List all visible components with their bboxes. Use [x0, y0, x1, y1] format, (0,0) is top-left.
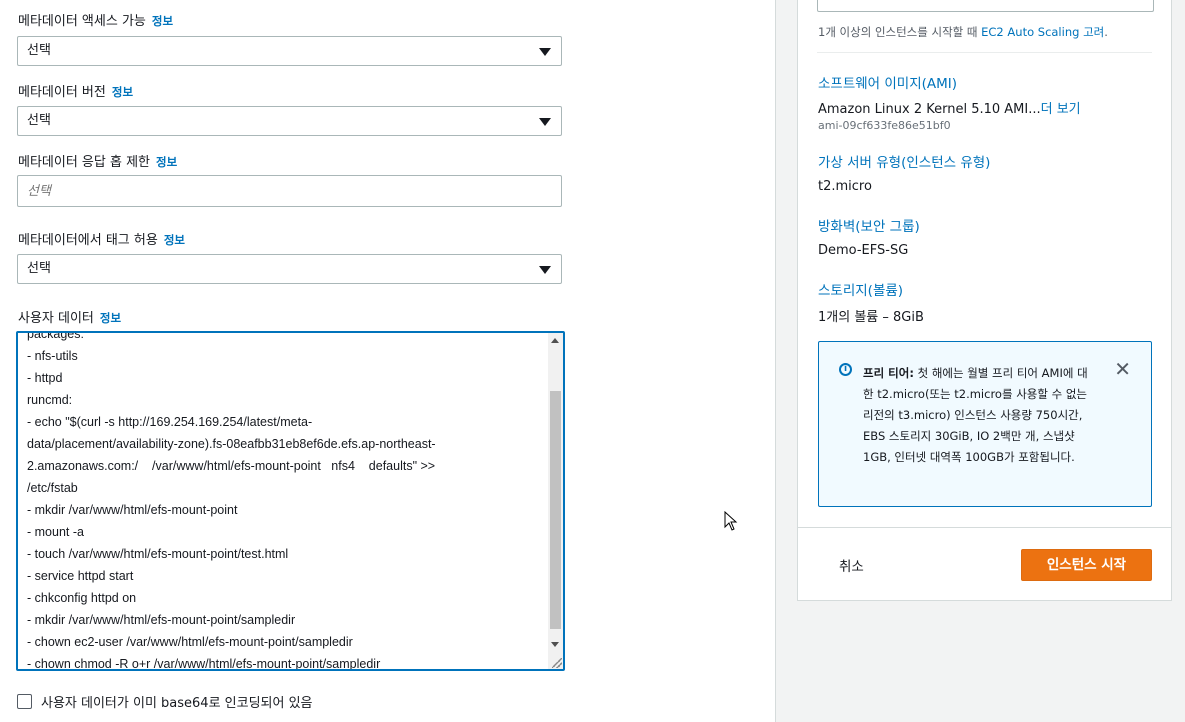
launch-instance-button[interactable]: 인스턴스 시작	[1021, 549, 1152, 581]
user-data-line: 2.amazonaws.com:/ /var/www/html/efs-moun…	[27, 459, 436, 473]
metadata-hop-limit-input[interactable]	[17, 175, 562, 207]
metadata-access-label-text: 메타데이터 액세스 가능	[18, 14, 146, 29]
metadata-version-select[interactable]: 선택	[17, 106, 562, 136]
close-icon[interactable]: ✕	[1114, 359, 1131, 379]
metadata-version-info-link[interactable]: 정보	[112, 85, 133, 99]
metadata-version-value: 선택	[27, 113, 51, 128]
user-data-line: - chkconfig httpd on	[27, 591, 137, 605]
scroll-down-arrow-icon[interactable]	[551, 642, 559, 647]
metadata-access-info-link[interactable]: 정보	[152, 14, 173, 28]
free-tier-alert: i 프리 티어: 첫 해에는 월별 프리 티어 AMI에 대한 t2.micro…	[818, 341, 1152, 507]
security-group-value: Demo-EFS-SG	[818, 243, 909, 258]
resize-grip-icon[interactable]	[552, 658, 562, 668]
user-data-line: - service httpd start	[27, 569, 134, 583]
metadata-tags-label: 메타데이터에서 태그 허용 정보	[18, 229, 185, 248]
user-data-line: - chown chmod -R o+r /var/www/html/efs-m…	[27, 657, 381, 671]
storage-value: 1개의 볼륨 – 8GiB	[818, 310, 924, 325]
ami-title-link[interactable]: 소프트웨어 이미지(AMI)	[818, 72, 957, 92]
scroll-thumb[interactable]	[550, 391, 561, 629]
metadata-tags-value: 선택	[27, 261, 51, 276]
auto-scaling-link[interactable]: EC2 Auto Scaling 고려	[981, 25, 1104, 39]
user-data-label-text: 사용자 데이터	[18, 311, 94, 326]
base64-checkbox[interactable]	[17, 694, 32, 709]
info-icon: i	[839, 363, 852, 376]
user-data-content[interactable]: packages: - nfs-utils - httpd runcmd: - echo…	[27, 331, 547, 671]
divider	[775, 0, 776, 722]
instance-type-value: t2.micro	[818, 179, 872, 194]
mouse-cursor-icon	[724, 511, 738, 531]
metadata-hop-limit-label: 메타데이터 응답 홉 제한 정보	[18, 151, 177, 170]
user-data-line: - mkdir /var/www/html/efs-mount-point	[27, 503, 238, 517]
user-data-label: 사용자 데이터 정보	[18, 307, 121, 326]
cancel-button[interactable]: 취소	[839, 555, 864, 575]
ami-more-link[interactable]: 더 보기	[1041, 102, 1081, 117]
hint-suffix: .	[1104, 25, 1108, 39]
divider	[798, 527, 1171, 528]
user-data-line: /etc/fstab	[27, 481, 78, 495]
user-data-line: runcmd:	[27, 393, 73, 407]
metadata-version-label-text: 메타데이터 버전	[18, 85, 106, 100]
caret-down-icon	[539, 48, 551, 56]
metadata-version-label: 메타데이터 버전 정보	[18, 81, 133, 100]
user-data-line: - mkdir /var/www/html/efs-mount-point/sa…	[27, 613, 296, 627]
user-data-line: - httpd	[27, 371, 63, 385]
caret-down-icon	[539, 118, 551, 126]
free-tier-bold: 프리 티어:	[863, 366, 914, 380]
metadata-access-value: 선택	[27, 43, 51, 58]
user-data-line: - nfs-utils	[27, 349, 78, 363]
metadata-access-label: 메타데이터 액세스 가능 정보	[18, 10, 173, 29]
scroll-up-arrow-icon[interactable]	[551, 338, 559, 343]
divider	[817, 52, 1152, 53]
user-data-textarea[interactable]: packages: - nfs-utils - httpd runcmd: - echo…	[16, 331, 565, 671]
auto-scaling-hint: 1개 이상의 인스턴스를 시작할 때 EC2 Auto Scaling 고려.	[818, 24, 1108, 40]
metadata-hop-limit-info-link[interactable]: 정보	[156, 155, 177, 169]
ami-name: Amazon Linux 2 Kernel 5.10 AMI...	[818, 102, 1041, 117]
user-data-info-link[interactable]: 정보	[100, 311, 121, 325]
free-tier-text: 프리 티어: 첫 해에는 월별 프리 티어 AMI에 대한 t2.micro(또…	[863, 363, 1097, 468]
hint-text: 1개 이상의 인스턴스를 시작할 때	[818, 25, 982, 39]
advanced-details-form: 메타데이터 액세스 가능 정보 선택 메타데이터 버전 정보 선택 메타데이터 응답…	[0, 0, 775, 722]
instance-count-input[interactable]	[817, 0, 1154, 12]
metadata-hop-limit-label-text: 메타데이터 응답 홉 제한	[18, 155, 150, 170]
user-data-line: - echo "$(curl -s http://169.254.169.254…	[27, 415, 313, 429]
user-data-line: - chown ec2-user /var/www/html/efs-mount…	[27, 635, 353, 649]
metadata-access-select[interactable]: 선택	[17, 36, 562, 66]
base64-checkbox-row[interactable]: 사용자 데이터가 이미 base64로 인코딩되어 있음	[17, 692, 313, 711]
ami-value: Amazon Linux 2 Kernel 5.10 AMI...더 보기	[818, 98, 1081, 117]
metadata-tags-label-text: 메타데이터에서 태그 허용	[18, 233, 158, 248]
user-data-line: data/placement/availability-zone).fs-08e…	[27, 437, 436, 451]
summary-panel: 1개 이상의 인스턴스를 시작할 때 EC2 Auto Scaling 고려. …	[797, 0, 1172, 601]
storage-title-link[interactable]: 스토리지(볼륨)	[818, 279, 903, 299]
caret-down-icon	[539, 266, 551, 274]
free-tier-body: 첫 해에는 월별 프리 티어 AMI에 대한 t2.micro(또는 t2.mi…	[863, 366, 1088, 464]
user-data-line: - mount -a	[27, 525, 84, 539]
user-data-line: packages:	[27, 331, 84, 341]
textarea-scrollbar[interactable]	[548, 333, 563, 669]
user-data-line: - touch /var/www/html/efs-mount-point/te…	[27, 547, 289, 561]
metadata-tags-info-link[interactable]: 정보	[164, 233, 185, 247]
base64-checkbox-label: 사용자 데이터가 이미 base64로 인코딩되어 있음	[41, 696, 313, 711]
security-group-title-link[interactable]: 방화벽(보안 그룹)	[818, 215, 920, 235]
metadata-tags-select[interactable]: 선택	[17, 254, 562, 284]
ami-id: ami-09cf633fe86e51bf0	[818, 119, 951, 132]
instance-type-title-link[interactable]: 가상 서버 유형(인스턴스 유형)	[818, 151, 990, 171]
